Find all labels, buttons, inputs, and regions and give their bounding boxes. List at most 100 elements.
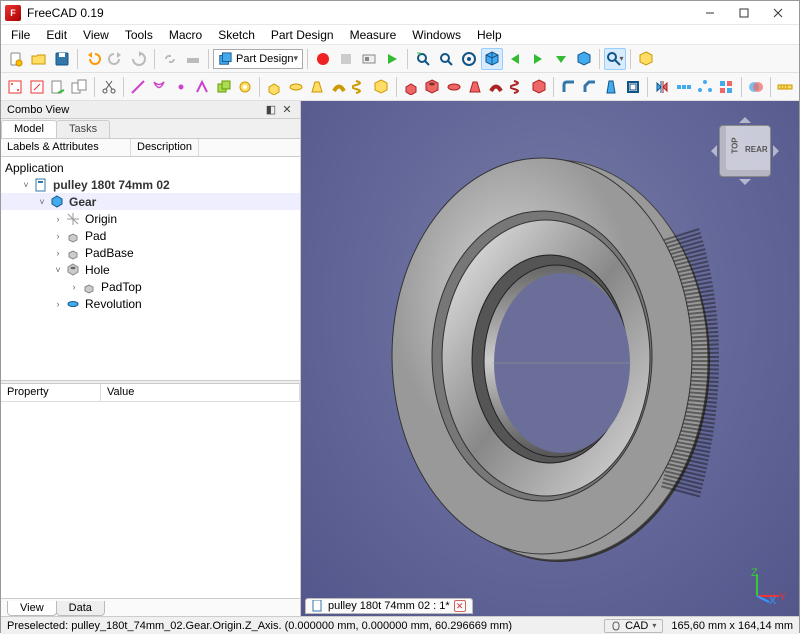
menu-sketch[interactable]: Sketch xyxy=(210,26,263,44)
view-box-icon[interactable] xyxy=(573,48,595,70)
refresh-icon[interactable] xyxy=(128,48,150,70)
datum-point-icon[interactable] xyxy=(171,76,191,98)
datum-line-icon[interactable] xyxy=(128,76,148,98)
helix-add-icon[interactable] xyxy=(350,76,370,98)
cut-icon[interactable] xyxy=(99,76,119,98)
navcube-down-icon[interactable] xyxy=(739,179,751,191)
hole-icon[interactable] xyxy=(422,76,442,98)
pocket-icon[interactable] xyxy=(401,76,421,98)
tree-item-padtop[interactable]: PadTop xyxy=(101,280,142,294)
menu-view[interactable]: View xyxy=(75,26,117,44)
new-sketch-icon[interactable] xyxy=(5,76,25,98)
execute-icon[interactable] xyxy=(381,48,403,70)
tree-item-gear[interactable]: Gear xyxy=(69,195,96,209)
menu-partdesign[interactable]: Part Design xyxy=(263,26,342,44)
model-tree[interactable]: Application ˅pulley 180t 74mm 02 ˅Gear ›… xyxy=(1,157,300,380)
pad-icon[interactable] xyxy=(264,76,284,98)
menu-macro[interactable]: Macro xyxy=(161,26,210,44)
thickness-icon[interactable] xyxy=(623,76,643,98)
panel-close-icon[interactable]: ✕ xyxy=(280,103,294,117)
new-doc-icon[interactable] xyxy=(5,48,27,70)
3d-viewport[interactable]: TOP REAR Z Y X pulley 180t 74mm 02 : 1* … xyxy=(301,101,799,616)
tree-item-hole[interactable]: Hole xyxy=(85,263,110,277)
draft-icon[interactable] xyxy=(601,76,621,98)
undo-icon[interactable] xyxy=(82,48,104,70)
property-body[interactable] xyxy=(1,402,300,598)
close-button[interactable] xyxy=(761,3,795,23)
tab-tasks[interactable]: Tasks xyxy=(56,120,110,138)
axis-triad-icon: Z Y X xyxy=(749,568,785,604)
navigation-cube[interactable]: TOP REAR xyxy=(705,111,785,191)
pulley-model xyxy=(380,144,720,574)
workbench-selector[interactable]: Part Design xyxy=(213,49,303,69)
loft-icon[interactable] xyxy=(307,76,327,98)
menu-windows[interactable]: Windows xyxy=(404,26,469,44)
menu-edit[interactable]: Edit xyxy=(38,26,75,44)
gear-icon[interactable] xyxy=(235,76,255,98)
polar-pattern-icon[interactable] xyxy=(695,76,715,98)
link-icon[interactable] xyxy=(159,48,181,70)
pipe-icon[interactable] xyxy=(328,76,348,98)
draw-style-icon[interactable] xyxy=(458,48,480,70)
navcube-right-icon[interactable] xyxy=(773,145,785,157)
tab-model[interactable]: Model xyxy=(1,120,57,138)
clone-icon[interactable] xyxy=(214,76,234,98)
validate-sketch-icon[interactable] xyxy=(69,76,89,98)
stop-icon[interactable] xyxy=(335,48,357,70)
open-icon[interactable] xyxy=(28,48,50,70)
part-icon[interactable] xyxy=(635,48,657,70)
panel-float-icon[interactable]: ◧ xyxy=(264,103,278,117)
groove-icon[interactable] xyxy=(443,76,463,98)
sub-loft-icon[interactable] xyxy=(465,76,485,98)
tree-item-pad[interactable]: Pad xyxy=(85,229,106,243)
tree-item-doc[interactable]: pulley 180t 74mm 02 xyxy=(53,178,170,192)
bottom-tab-data[interactable]: Data xyxy=(56,601,105,616)
view-tab-close-icon[interactable]: ✕ xyxy=(454,600,466,612)
view-left-icon[interactable] xyxy=(504,48,526,70)
navcube-up-icon[interactable] xyxy=(739,111,751,123)
multitrans-icon[interactable] xyxy=(716,76,736,98)
sub-pipe-icon[interactable] xyxy=(486,76,506,98)
macros-icon[interactable] xyxy=(358,48,380,70)
property-header: Property Value xyxy=(1,384,300,402)
additive-prim-icon[interactable] xyxy=(371,76,391,98)
save-icon[interactable] xyxy=(51,48,73,70)
sub-prim-icon[interactable] xyxy=(529,76,549,98)
maximize-button[interactable] xyxy=(727,3,761,23)
view-tab[interactable]: pulley 180t 74mm 02 : 1* ✕ xyxy=(305,598,473,614)
redo-icon[interactable] xyxy=(105,48,127,70)
build-icon[interactable] xyxy=(182,48,204,70)
measure-icon[interactable] xyxy=(775,76,795,98)
minimize-button[interactable] xyxy=(693,3,727,23)
record-icon[interactable] xyxy=(312,48,334,70)
mirror-icon[interactable] xyxy=(652,76,672,98)
edit-sketch-icon[interactable] xyxy=(26,76,46,98)
tree-item-origin[interactable]: Origin xyxy=(85,212,117,226)
menu-measure[interactable]: Measure xyxy=(342,26,405,44)
view-right-icon[interactable] xyxy=(527,48,549,70)
menu-tools[interactable]: Tools xyxy=(117,26,161,44)
map-sketch-icon[interactable] xyxy=(48,76,68,98)
zoom-mode-icon[interactable]: ▾ xyxy=(604,48,626,70)
menu-help[interactable]: Help xyxy=(469,26,510,44)
datum-plane-icon[interactable] xyxy=(149,76,169,98)
bottom-tab-view[interactable]: View xyxy=(7,601,57,616)
view-down-icon[interactable] xyxy=(550,48,572,70)
menu-file[interactable]: File xyxy=(3,26,38,44)
tree-item-padbase[interactable]: PadBase xyxy=(85,246,134,260)
sub-helix-icon[interactable] xyxy=(508,76,528,98)
revolution-icon[interactable] xyxy=(286,76,306,98)
svg-text:Y: Y xyxy=(779,591,785,603)
window-title: FreeCAD 0.19 xyxy=(27,6,693,20)
fit-all-icon[interactable] xyxy=(412,48,434,70)
navcube-left-icon[interactable] xyxy=(705,145,717,157)
chamfer-icon[interactable] xyxy=(580,76,600,98)
tree-item-revolution[interactable]: Revolution xyxy=(85,297,142,311)
boolean-icon[interactable] xyxy=(745,76,765,98)
shapebinder-icon[interactable] xyxy=(192,76,212,98)
fillet-icon[interactable] xyxy=(558,76,578,98)
linear-pattern-icon[interactable] xyxy=(673,76,693,98)
nav-style-selector[interactable]: CAD▾ xyxy=(604,619,663,633)
iso-view-icon[interactable] xyxy=(481,48,503,70)
fit-sel-icon[interactable] xyxy=(435,48,457,70)
